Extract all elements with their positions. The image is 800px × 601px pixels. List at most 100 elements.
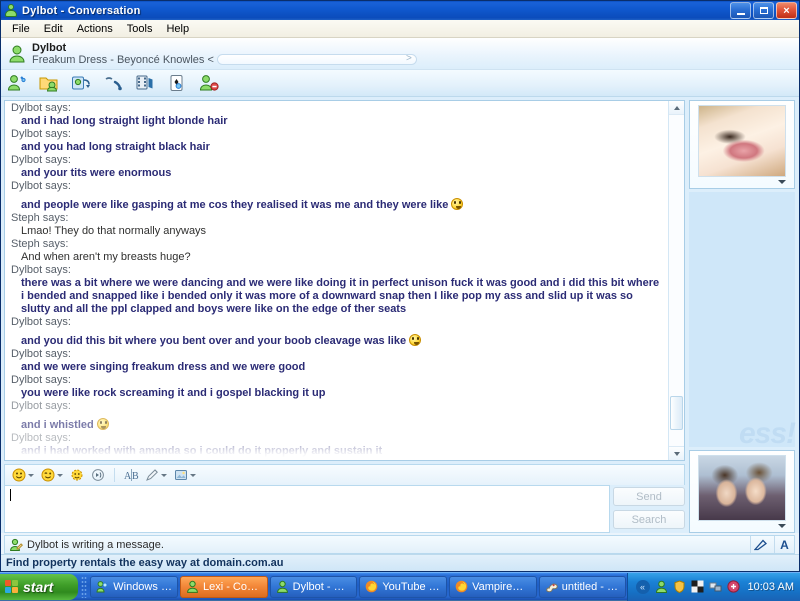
start-button[interactable]: start [0, 573, 78, 600]
block-icon[interactable] [199, 74, 219, 92]
desktop: Dylbot - Conversation × File Edit Action… [0, 0, 800, 601]
menu-item-help[interactable]: Help [159, 22, 196, 36]
message-sender: Dylbot says: [11, 180, 71, 192]
side-panel-background [689, 192, 795, 447]
two-girls-photo [699, 456, 785, 520]
msn-contact-icon [4, 3, 18, 18]
video-call-icon[interactable] [71, 74, 91, 92]
menu-item-edit[interactable]: Edit [37, 22, 70, 36]
blonde-portrait-photo [699, 106, 785, 176]
surprised-emoticon [409, 334, 422, 346]
close-button[interactable]: × [776, 2, 797, 19]
chevron-right-icon: > [406, 53, 412, 64]
menu-item-actions[interactable]: Actions [70, 22, 120, 36]
message-sender: Dylbot says: [11, 128, 71, 140]
msn-contact-icon [276, 580, 289, 593]
chevron-down-icon[interactable] [778, 524, 786, 528]
history-scrollbar[interactable] [668, 101, 684, 460]
send-files-icon[interactable] [39, 74, 59, 92]
backgrounds-icon[interactable] [172, 467, 198, 484]
menu-bar: File Edit Actions Tools Help [1, 20, 799, 38]
own-display-picture[interactable] [698, 455, 786, 521]
emoticon-icon[interactable] [10, 467, 36, 484]
network-tray-icon[interactable] [709, 580, 722, 593]
display-picture-column [689, 100, 795, 533]
show-hidden-icons-button[interactable]: « [635, 579, 650, 594]
start-label: start [23, 578, 54, 595]
system-tray: « 10:03 AM [626, 572, 800, 601]
message-text: and i had worked with amanda so i could … [21, 445, 383, 457]
msn-messenger-tray-icon[interactable] [655, 580, 668, 593]
wink-icon[interactable] [39, 467, 65, 484]
activities-icon[interactable] [167, 74, 187, 92]
own-display-picture-card [689, 450, 795, 533]
surprised-emoticon [451, 198, 464, 210]
chevron-down-icon [190, 473, 196, 477]
shield-tray-icon[interactable] [673, 580, 686, 594]
message-sender: Dylbot says: [11, 348, 71, 360]
chat-column: Dylbot says: and i had long straight ligh… [4, 100, 685, 533]
message-sender: Steph says: [11, 212, 69, 224]
message-sender: Dylbot says: [11, 102, 71, 114]
windows-flag-icon [5, 579, 19, 594]
svg-text:A: A [124, 471, 132, 482]
personal-message-input[interactable]: > [216, 53, 417, 65]
scroll-down-button[interactable] [669, 446, 684, 460]
menu-item-tools[interactable]: Tools [120, 22, 160, 36]
firefox-icon [455, 580, 468, 593]
taskbar-button[interactable]: Windows Liv... [90, 575, 178, 598]
window-titlebar[interactable]: Dylbot - Conversation × [1, 1, 799, 20]
invite-icon[interactable] [7, 74, 27, 92]
chevron-down-icon[interactable] [778, 180, 786, 184]
minimize-button[interactable] [730, 2, 751, 19]
chat-message: Dylbot says: and i had worked with amanda… [11, 432, 664, 458]
taskbar-button[interactable]: VampireRav... [449, 575, 537, 598]
search-button[interactable]: Search [613, 510, 685, 529]
text-caret [10, 489, 11, 501]
voice-call-icon[interactable] [103, 74, 123, 92]
advertisement-bar[interactable]: Find property rentals the easy way at do… [1, 554, 799, 571]
taskbar-button-label: VampireRav... [472, 580, 531, 593]
pen-color-icon[interactable] [143, 467, 169, 484]
message-history[interactable]: Dylbot says: and i had long straight ligh… [5, 101, 668, 460]
voice-clip-icon[interactable] [89, 467, 107, 484]
contact-personal-message: Freakum Dress - Beyoncé Knowles < [32, 53, 214, 66]
taskbar-grip[interactable] [81, 575, 88, 598]
contact-display-picture[interactable] [698, 105, 786, 177]
chat-message: Steph says: And when aren't my breasts hu… [11, 238, 664, 264]
status-text: Dylbot is writing a message. [27, 538, 164, 551]
maximize-button[interactable] [753, 2, 774, 19]
paint-tray-icon[interactable] [691, 580, 704, 593]
send-video-icon[interactable] [135, 74, 155, 92]
font-icon[interactable]: AB [122, 467, 140, 484]
taskbar-button[interactable]: untitled - Paint [538, 575, 627, 598]
taskbar-button[interactable]: Dylbot - Con... [269, 575, 358, 598]
taskbar-button[interactable]: Lexi - Conve... [179, 575, 268, 598]
taskbar-button-label: Windows Liv... [113, 580, 172, 593]
scrollbar-thumb[interactable] [670, 396, 683, 430]
antivirus-tray-icon[interactable] [726, 580, 740, 593]
send-button[interactable]: Send [613, 487, 685, 506]
chat-message: Steph says: Lmao! They do that normally a… [11, 212, 664, 238]
text-mode-icon[interactable]: A [774, 536, 794, 553]
menu-item-file[interactable]: File [5, 22, 37, 36]
nudge-icon[interactable] [68, 467, 86, 484]
compose-toolbar: AB [4, 464, 685, 485]
message-text: and you did this bit where you bent over… [11, 334, 664, 348]
message-text: and we were singing freakum dress and we… [21, 361, 306, 373]
taskbar-button[interactable]: YouTube - T... [359, 575, 448, 598]
chat-message: Dylbot says: and we were singing freakum … [11, 348, 664, 374]
chat-message: Dylbot says: and your tits were enormous [11, 154, 664, 180]
scroll-up-button[interactable] [669, 101, 684, 115]
svg-text:B: B [132, 471, 139, 482]
chat-message: Dylbot says: and you did this bit where y… [11, 316, 664, 348]
surprised-emoticon [96, 418, 109, 430]
taskbar-clock[interactable]: 10:03 AM [748, 581, 794, 593]
handwriting-icon[interactable] [750, 536, 770, 553]
chat-message: Dylbot says: and you had long straight bl… [11, 128, 664, 154]
taskbar-buttons: Windows Liv... Lexi - Conve... Dylbot - Co… [90, 575, 627, 598]
message-text: and your tits were enormous [21, 167, 172, 179]
firefox-icon [365, 580, 378, 593]
message-input[interactable] [4, 485, 610, 533]
taskbar: start Windows Liv... Lexi - Conve... Dylbo… [0, 572, 800, 601]
